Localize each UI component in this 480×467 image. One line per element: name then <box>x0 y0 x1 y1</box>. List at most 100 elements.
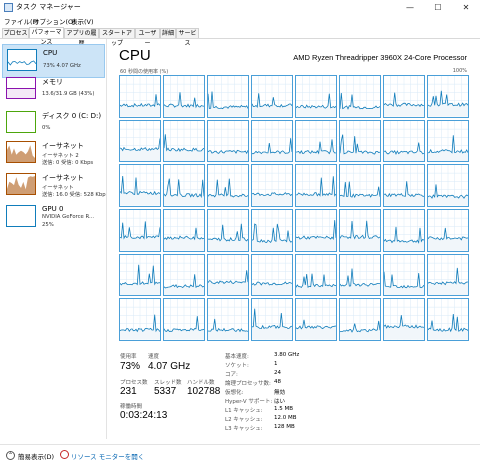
core-graph <box>427 119 469 163</box>
sidebar-item-gpu-name: NVIDIA GeForce R... <box>42 214 95 220</box>
tab-startup[interactable]: スタートアップ <box>99 28 135 47</box>
core-graph <box>207 298 249 341</box>
tab-performance[interactable]: パフォーマンス <box>29 27 64 46</box>
core-graph <box>207 75 249 118</box>
maximize-button[interactable]: ☐ <box>424 0 452 15</box>
spec-value: 128 MB <box>274 424 295 430</box>
speed-value: 4.07 GHz <box>148 361 191 372</box>
graph-axis-max: 100% <box>452 68 467 74</box>
resource-sidebar: CPU 73% 4.07 GHz メモリ 13.6/31.9 GB (43%) … <box>0 39 107 439</box>
cpu-thumbnail-graph <box>7 49 37 71</box>
core-graph <box>119 298 161 341</box>
core-graph <box>119 253 161 297</box>
menu-bar: ファイル(F) オプション(O) 表示(V) <box>0 15 480 27</box>
tab-processes[interactable]: プロセス <box>2 28 29 38</box>
core-graph <box>339 75 381 118</box>
core-graph <box>295 75 337 118</box>
core-graph <box>383 209 425 252</box>
spec-value: 無効 <box>274 390 286 396</box>
core-graph <box>339 164 381 207</box>
core-graph <box>383 253 425 297</box>
tab-details[interactable]: 詳細 <box>160 28 176 38</box>
core-graph <box>295 119 337 163</box>
core-graph <box>427 253 469 297</box>
sidebar-item-ethernet-2[interactable]: イーサネット イーサネット 2 送信: 0 受信: 0 Kbps <box>2 137 105 171</box>
spec-key: L2 キャッシュ: <box>225 417 263 423</box>
core-graph <box>427 164 469 207</box>
spec-value: 48 <box>274 379 281 385</box>
graph-axis-label: 60 秒間の使用率 (%) <box>120 69 169 75</box>
sidebar-item-disk[interactable]: ディスク 0 (C: D:) 0% <box>2 107 105 141</box>
core-graph <box>207 253 249 297</box>
sidebar-item-title: GPU 0 <box>42 205 64 213</box>
sidebar-item-title: ディスク 0 (C: D:) <box>42 112 102 120</box>
core-graph <box>119 119 161 163</box>
window-title: タスク マネージャー <box>16 3 81 11</box>
core-graph <box>207 164 249 207</box>
core-graph <box>295 298 337 341</box>
core-graph <box>251 75 293 118</box>
core-graph <box>119 164 161 207</box>
spec-value: 12.0 MB <box>274 415 297 421</box>
core-graph <box>119 209 161 252</box>
sidebar-item-memory[interactable]: メモリ 13.6/31.9 GB (43%) <box>2 73 105 107</box>
core-graph <box>163 253 205 297</box>
core-graph <box>427 75 469 118</box>
core-graph <box>427 298 469 341</box>
uptime-label: 稼働時間 <box>120 404 143 410</box>
sidebar-item-gpu[interactable]: GPU 0 NVIDIA GeForce R... 25% <box>2 201 105 235</box>
core-graph <box>339 253 381 297</box>
core-graph <box>339 209 381 252</box>
uptime-value: 0:03:24:13 <box>120 410 168 421</box>
menu-view[interactable]: 表示(V) <box>71 16 94 26</box>
core-graph <box>383 119 425 163</box>
sidebar-item-title: イーサネット <box>42 142 84 150</box>
sidebar-item-ethernet[interactable]: イーサネット イーサネット 送信: 16.0 受信: 528 Kbp <box>2 169 106 203</box>
sidebar-item-title: CPU <box>43 49 58 57</box>
spec-key: ソケット: <box>225 363 249 369</box>
thread-count-label: スレッド数 <box>154 380 182 386</box>
sidebar-item-throughput: 送信: 0 受信: 0 Kbps <box>42 160 94 166</box>
core-graph <box>295 253 337 297</box>
speed-label: 速度 <box>148 354 160 360</box>
core-graph <box>163 209 205 252</box>
menu-options[interactable]: オプション(O) <box>33 16 76 26</box>
tab-bar: プロセス パフォーマンス アプリの履歴 スタートアップ ユーザー 詳細 サービス <box>0 27 480 47</box>
open-resource-monitor-link[interactable]: リソース モニターを開く <box>71 451 144 461</box>
handle-count-value: 102788 <box>187 386 221 397</box>
process-count-label: プロセス数 <box>120 380 148 386</box>
footer-bar: ⌃ 簡易表示(D) リソース モニターを開く <box>0 444 480 467</box>
core-graph <box>163 75 205 118</box>
usage-value: 73% <box>120 361 141 372</box>
resource-monitor-icon <box>60 450 69 459</box>
chevron-up-icon[interactable]: ⌃ <box>6 451 15 460</box>
fewer-details-button[interactable]: 簡易表示(D) <box>18 451 54 461</box>
core-graph <box>251 209 293 252</box>
cpu-model-name: AMD Ryzen Threadripper 3960X 24-Core Pro… <box>293 53 467 62</box>
core-graph <box>251 253 293 297</box>
process-count-value: 231 <box>120 386 137 397</box>
core-graph <box>339 298 381 341</box>
tab-app-history[interactable]: アプリの履歴 <box>64 28 99 47</box>
handle-count-label: ハンドル数 <box>187 380 215 386</box>
core-graph <box>383 298 425 341</box>
close-button[interactable]: ✕ <box>452 0 480 15</box>
spec-key: L1 キャッシュ: <box>225 408 263 414</box>
core-graph <box>295 164 337 207</box>
sidebar-item-detail: 13.6/31.9 GB (43%) <box>42 91 95 97</box>
spec-key: 基本速度: <box>225 354 249 360</box>
spec-key: 仮想化: <box>225 390 244 396</box>
page-title: CPU <box>119 47 151 64</box>
memory-thumbnail-graph <box>6 77 36 99</box>
tab-services[interactable]: サービス <box>176 28 199 47</box>
core-graph <box>383 75 425 118</box>
tab-users[interactable]: ユーザー <box>135 28 160 47</box>
ethernet-thumbnail-graph <box>6 173 36 195</box>
core-graph <box>207 119 249 163</box>
minimize-button[interactable]: — <box>396 0 424 15</box>
spec-value: 24 <box>274 370 281 376</box>
core-graph <box>339 119 381 163</box>
sidebar-item-title: イーサネット <box>42 174 84 182</box>
sidebar-item-detail: 0% <box>42 125 51 131</box>
spec-key: 論理プロセッサ数: <box>225 381 271 387</box>
